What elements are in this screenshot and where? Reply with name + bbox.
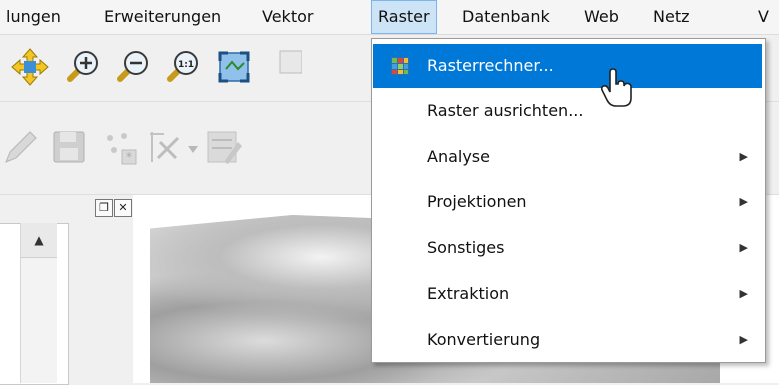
menu-item-label: Rasterrechner... (427, 56, 554, 75)
menu-netz[interactable]: Netz (647, 0, 695, 34)
svg-text:1:1: 1:1 (178, 60, 194, 70)
svg-text:*: * (126, 150, 132, 164)
chevron-down-icon[interactable] (188, 146, 198, 154)
menu-item-analyse[interactable]: Analyse ▶ (373, 135, 762, 179)
pan-to-selection-icon[interactable] (10, 47, 50, 87)
zoom-full-icon[interactable] (214, 47, 254, 87)
menu-item-label: Konvertierung (427, 330, 541, 349)
submenu-arrow-icon: ▶ (739, 150, 748, 163)
menu-item-label: Sonstiges (427, 238, 505, 257)
menu-erweiterungen[interactable]: Erweiterungen (98, 0, 227, 34)
raster-menu-dropdown: Rasterrechner... Raster ausrichten... An… (371, 38, 766, 363)
menu-item-rasterrechner[interactable]: Rasterrechner... (373, 44, 762, 88)
toggle-editing-pencil-icon[interactable] (0, 128, 40, 168)
menu-raster[interactable]: Raster (371, 0, 437, 34)
dock-close-button[interactable]: ✕ (114, 199, 132, 217)
menu-item-projektionen[interactable]: Projektionen ▶ (373, 180, 762, 224)
submenu-arrow-icon: ▶ (739, 333, 748, 346)
save-edits-icon[interactable] (50, 128, 90, 168)
layers-scrollbar[interactable]: ▲ (20, 223, 57, 383)
menu-datenbank[interactable]: Datenbank (456, 0, 556, 34)
menu-web[interactable]: Web (578, 0, 625, 34)
menu-item-label: Raster ausrichten... (427, 101, 584, 120)
menu-more[interactable]: V (752, 0, 775, 34)
submenu-arrow-icon: ▶ (739, 195, 748, 208)
zoom-to-selection-icon[interactable] (262, 47, 302, 87)
menu-item-sonstiges[interactable]: Sonstiges ▶ (373, 226, 762, 270)
menu-vektor[interactable]: Vektor (256, 0, 319, 34)
menu-item-label: Extraktion (427, 284, 510, 303)
zoom-in-icon[interactable] (62, 47, 102, 87)
submenu-arrow-icon: ▶ (739, 287, 748, 300)
submenu-arrow-icon: ▶ (739, 241, 748, 254)
layers-dock: ❐ ✕ ▲ (0, 195, 132, 385)
menu-item-konvertierung[interactable]: Konvertierung ▶ (373, 318, 762, 362)
menu-einstellungen[interactable]: lungen (0, 0, 67, 34)
menu-item-label: Analyse (427, 147, 490, 166)
modify-attributes-icon[interactable] (204, 128, 244, 168)
menu-item-label: Projektionen (427, 192, 527, 211)
vertex-tool-icon[interactable] (146, 128, 186, 168)
zoom-out-icon[interactable] (112, 47, 152, 87)
zoom-native-resolution-icon[interactable]: 1:1 (162, 47, 202, 87)
dock-float-button[interactable]: ❐ (95, 199, 113, 217)
hand-pointer-cursor-icon (600, 68, 632, 107)
menu-item-raster-ausrichten[interactable]: Raster ausrichten... (373, 89, 762, 133)
menu-item-extraktion[interactable]: Extraktion ▶ (373, 272, 762, 316)
add-point-feature-icon[interactable]: * (100, 128, 140, 168)
menu-bar: lungen Erweiterungen Vektor Raster Daten… (0, 0, 779, 35)
raster-calculator-icon (391, 57, 409, 75)
scroll-up-button[interactable]: ▲ (21, 223, 57, 258)
